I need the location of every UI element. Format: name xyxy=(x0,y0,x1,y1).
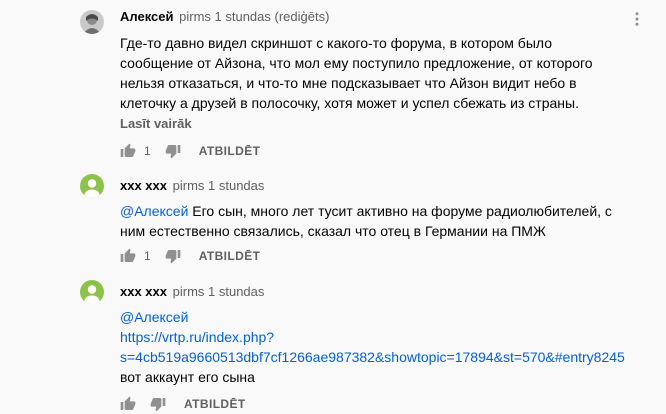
mention-link[interactable]: @Алексей xyxy=(120,203,188,219)
reply-button[interactable]: ATBILDĒT xyxy=(184,397,246,411)
like-count: 1 xyxy=(144,249,151,263)
comment-text: @Алексей https://vrtp.ru/index.php? s=4c… xyxy=(120,307,666,387)
comment-header: xxx xxx pirms 1 stundas xyxy=(120,283,666,301)
comment-time[interactable]: pirms 1 stundas (rediģēts) xyxy=(179,9,329,24)
comment-header: xxx xxx pirms 1 stundas xyxy=(120,177,666,195)
comment-text-line: сообщение от Айзона, что мол ему поступи… xyxy=(120,55,593,71)
comment-actions: 1 ATBILDĒT xyxy=(120,141,260,161)
comment-text-line: нельзя отказаться, и что-то мне подсказы… xyxy=(120,75,577,91)
comment-text: Где-то давно видел скриншот с какого-то … xyxy=(120,33,666,113)
avatar[interactable] xyxy=(80,280,104,304)
comment-author[interactable]: Алексей xyxy=(120,9,174,24)
comment-actions: 1 ATBILDĒT xyxy=(120,246,260,266)
comment-header: Алексей pirms 1 stundas (rediģēts) xyxy=(120,8,666,26)
comment-3: xxx xxx pirms 1 stundas @Алексей https:/… xyxy=(0,276,666,414)
thumb-down-icon[interactable] xyxy=(165,143,181,159)
url-link[interactable]: https://vrtp.ru/index.php? xyxy=(120,327,666,347)
comment-author[interactable]: xxx xxx xyxy=(120,178,167,193)
avatar-photo-icon xyxy=(80,10,104,34)
comment-text-span: Его сын, много лет тусит активно на фору… xyxy=(192,203,612,219)
thumb-down-icon[interactable] xyxy=(150,396,166,412)
url-link[interactable]: s=4cb519a9660513dbf7cf1266ae987382&showt… xyxy=(120,347,666,367)
comment-author[interactable]: xxx xxx xyxy=(120,284,167,299)
comment-text-line: ним естественно связались, сказал что от… xyxy=(120,223,546,239)
thumb-up-icon[interactable] xyxy=(120,143,136,159)
comment-text-line: Где-то давно видел скриншот с какого-то … xyxy=(120,35,553,51)
avatar[interactable] xyxy=(80,174,104,198)
reply-button[interactable]: ATBILDĒT xyxy=(199,144,261,158)
like-count: 1 xyxy=(144,144,151,158)
comment-time[interactable]: pirms 1 stundas xyxy=(173,178,265,193)
thumb-up-icon[interactable] xyxy=(120,248,136,264)
comment-text-line: вот аккаунт его сына xyxy=(120,369,255,385)
comment-text-line: @Алексей Его сын, много лет тусит активн… xyxy=(120,201,666,221)
avatar[interactable] xyxy=(80,10,104,34)
more-vert-icon[interactable] xyxy=(628,10,646,28)
reply-button[interactable]: ATBILDĒT xyxy=(199,249,261,263)
mention-link[interactable]: @Алексей xyxy=(120,307,666,327)
default-avatar-icon xyxy=(80,280,104,304)
comment-text-line: клеточку а друзей в полосочку, хотя може… xyxy=(120,95,579,111)
comment-actions: ATBILDĒT xyxy=(120,394,246,414)
comment-1: Алексей pirms 1 stundas (rediģēts) Где-т… xyxy=(0,0,666,165)
comment-text: @Алексей Его сын, много лет тусит активн… xyxy=(120,201,666,241)
comment-2: xxx xxx pirms 1 stundas @Алексей Его сын… xyxy=(0,170,666,265)
thumb-down-icon[interactable] xyxy=(165,248,181,264)
default-avatar-icon xyxy=(80,174,104,198)
thumb-up-icon[interactable] xyxy=(120,396,136,412)
read-more-link[interactable]: Lasīt vairāk xyxy=(120,115,666,133)
comment-time[interactable]: pirms 1 stundas xyxy=(173,284,265,299)
